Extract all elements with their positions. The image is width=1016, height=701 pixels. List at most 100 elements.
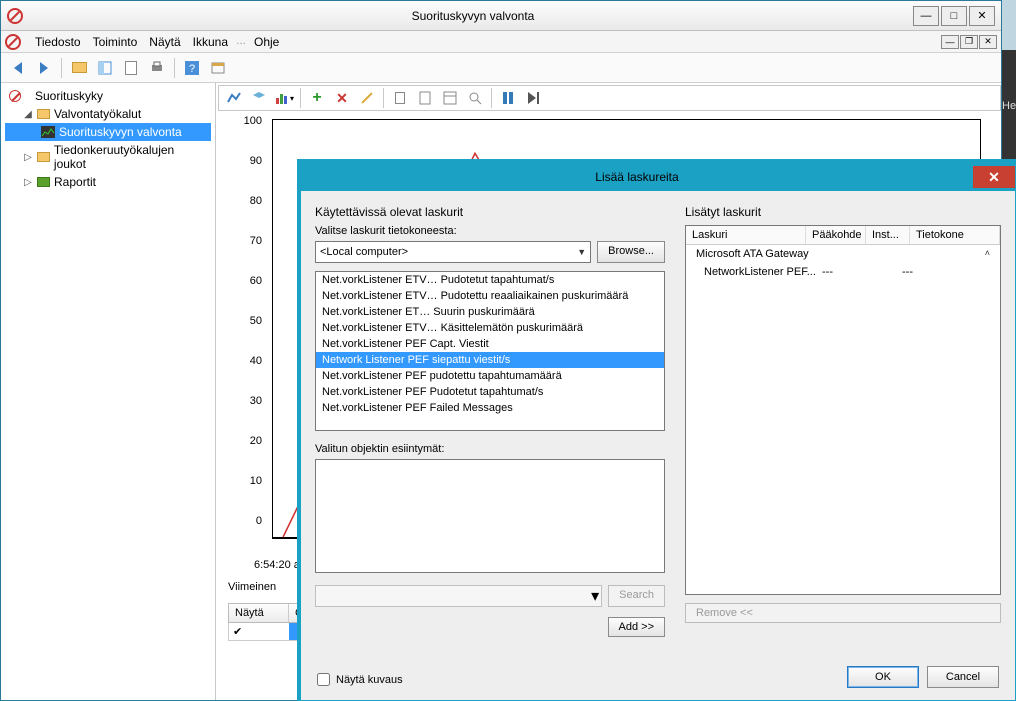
menu-file[interactable]: Tiedosto [29, 33, 87, 51]
open-folder-button[interactable] [68, 57, 90, 79]
counters-listbox[interactable]: Net.vorkListener ETV… Pudotetut tapahtum… [315, 271, 665, 431]
toolbar: ? [1, 53, 1001, 83]
dialog-titlebar[interactable]: Lisää laskureita ✕ [301, 163, 1015, 191]
separator [491, 88, 492, 108]
ok-button[interactable]: OK [847, 666, 919, 688]
menu-window[interactable]: Ikkuna [187, 33, 234, 51]
added-col-inst[interactable]: Inst... [866, 226, 910, 244]
add-counters-dialog: Lisää laskureita ✕ Käytettävissä olevat … [300, 162, 1016, 701]
tree-root[interactable]: Suorituskyky [5, 87, 211, 105]
added-item-name: NetworkListener PEF... [692, 266, 822, 278]
tree-reports[interactable]: ▷ Raportit [5, 173, 211, 191]
y-tick: 50 [250, 315, 262, 327]
mdi-close[interactable]: ✕ [979, 35, 997, 49]
added-col-parent[interactable]: Pääkohde [806, 226, 866, 244]
counter-list-item[interactable]: Net.vorkListener PEF pudotettu tapahtuma… [316, 368, 664, 384]
arrow-left-icon [14, 62, 22, 74]
menu-view[interactable]: Näytä [143, 33, 186, 51]
dialog-close-button[interactable]: ✕ [973, 166, 1015, 188]
tree-item-label: Tiedonkeruutyökalujen joukot [54, 143, 209, 171]
counter-list-item[interactable]: Net.vorkListener ET… Suurin puskurimäärä [316, 304, 664, 320]
added-row-item[interactable]: NetworkListener PEF... --- --- [686, 263, 1000, 281]
help-button[interactable]: ? [181, 57, 203, 79]
browse-button[interactable]: Browse... [597, 241, 665, 263]
added-table[interactable]: Laskuri Pääkohde Inst... Tietokone Micro… [685, 225, 1001, 595]
arrow-right-icon [40, 62, 48, 74]
added-row-group[interactable]: Microsoft ATA Gateway ˄ [686, 245, 1000, 263]
minimize-button[interactable]: — [913, 6, 939, 26]
counter-list-item[interactable]: Net.vorkListener PEF Failed Messages [316, 400, 664, 416]
counter-list-item[interactable]: Net.vorkListener ETV… Pudotetut tapahtum… [316, 272, 664, 288]
print-button[interactable] [146, 57, 168, 79]
bar-chart-icon [274, 90, 290, 106]
added-col-computer[interactable]: Tietokone [910, 226, 1000, 244]
counter-list-item[interactable]: Net.vorkListener PEF Pudotetut tapahtuma… [316, 384, 664, 400]
tree-data-collector[interactable]: ▷ Tiedonkeruutyökalujen joukot [5, 141, 211, 173]
paste-button[interactable] [414, 87, 436, 109]
menu-action[interactable]: Toiminto [87, 33, 144, 51]
expander-icon: ◢ [23, 109, 33, 120]
search-combo[interactable]: ▾ [315, 585, 602, 607]
tree-monitoring-tools[interactable]: ◢ Valvontatyökalut [5, 105, 211, 123]
y-tick: 90 [250, 155, 262, 167]
copy-button[interactable] [389, 87, 411, 109]
select-computer-label: Valitse laskurit tietokoneesta: [315, 225, 665, 237]
add-counter-button[interactable]: + [306, 87, 328, 109]
delete-counter-button[interactable]: ✕ [331, 87, 353, 109]
mdi-restore[interactable]: ❐ [960, 35, 978, 49]
close-button[interactable]: ✕ [969, 6, 995, 26]
step-button[interactable] [522, 87, 544, 109]
add-button[interactable]: Add >> [608, 617, 665, 637]
computer-combo[interactable]: <Local computer> ▼ [315, 241, 591, 263]
dropdown-icon: ▾ [290, 94, 294, 103]
added-item-parent: --- [822, 266, 862, 278]
search-button: Search [608, 585, 665, 607]
computer-value: <Local computer> [320, 246, 408, 258]
clipboard-icon [417, 90, 433, 106]
tree-view[interactable]: Suorituskyky ◢ Valvontatyökalut Suoritus… [1, 83, 216, 700]
plus-icon: + [312, 89, 321, 107]
back-button[interactable] [7, 57, 29, 79]
window-button[interactable] [207, 57, 229, 79]
y-tick: 0 [256, 515, 262, 527]
grid-col-show[interactable]: Näytä [229, 604, 289, 622]
chevron-up-icon[interactable]: ˄ [985, 248, 994, 260]
expander-icon: ▷ [23, 152, 33, 163]
tree-item-label: Suorituskyvyn valvonta [59, 125, 182, 139]
separator [300, 88, 301, 108]
instances-listbox[interactable] [315, 459, 665, 573]
cancel-button[interactable]: Cancel [927, 666, 999, 688]
show-desc-checkbox[interactable] [317, 673, 330, 686]
y-tick: 100 [244, 115, 262, 127]
menu-help[interactable]: Ohje [248, 33, 285, 51]
forward-button[interactable] [33, 57, 55, 79]
counter-list-item[interactable]: Net.vorkListener ETV… Pudotettu reaaliai… [316, 288, 664, 304]
side-label: He [1002, 100, 1016, 112]
added-col-counter[interactable]: Laskuri [686, 226, 806, 244]
view-chart-button[interactable] [223, 87, 245, 109]
pause-button[interactable] [497, 87, 519, 109]
available-label: Käytettävissä olevat laskurit [315, 205, 665, 219]
document-button[interactable] [120, 57, 142, 79]
maximize-button[interactable]: □ [941, 6, 967, 26]
pause-icon [503, 92, 513, 104]
counter-list-item[interactable]: Net.vorkListener ETV… Käsittelemätön pus… [316, 320, 664, 336]
pencil-icon [361, 92, 372, 103]
counter-list-item[interactable]: Network Listener PEF siepattu viestit/s [316, 352, 664, 368]
view-3d-button[interactable] [248, 87, 270, 109]
mdi-minimize[interactable]: — [941, 35, 959, 49]
tree-root-label: Suorituskyky [35, 89, 103, 103]
menu-overflow: … [234, 36, 248, 47]
zoom-button[interactable] [464, 87, 486, 109]
layout-button[interactable] [94, 57, 116, 79]
tree-perf-monitor[interactable]: Suorituskyvyn valvonta [5, 123, 211, 141]
counter-list-item[interactable]: Net.vorkListener PEF Capt. Viestit [316, 336, 664, 352]
added-header: Laskuri Pääkohde Inst... Tietokone [686, 226, 1000, 245]
properties-button[interactable] [439, 87, 461, 109]
graph-type-button[interactable]: ▾ [273, 87, 295, 109]
y-tick: 40 [250, 355, 262, 367]
highlight-button[interactable] [356, 87, 378, 109]
y-axis: 100 90 80 70 60 50 40 30 20 10 0 [226, 115, 266, 575]
grid-checkbox[interactable]: ✔ [229, 623, 289, 640]
show-desc-row[interactable]: Näytä kuvaus [317, 673, 403, 686]
